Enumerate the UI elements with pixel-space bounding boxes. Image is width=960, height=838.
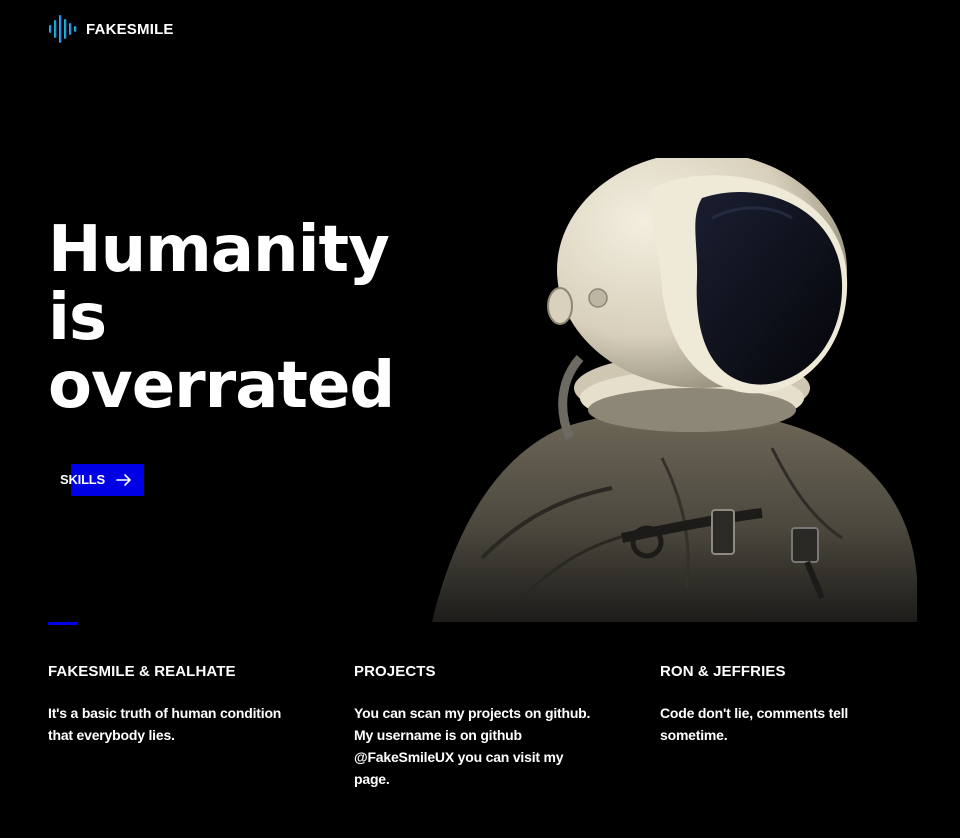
brand-name: FAKESMILE (86, 20, 174, 38)
column-title: FAKESMILE & REALHATE (48, 663, 236, 680)
column-text: You can scan my projects on github. My u… (354, 705, 591, 787)
logo-link[interactable]: FAKESMILE (48, 15, 174, 43)
astronaut-image (432, 158, 917, 622)
feature-column-3: RON & JEFFRIES Code don't lie, comments … (660, 663, 905, 746)
section-divider (48, 622, 78, 625)
hero-title-line-3: overrated (48, 349, 395, 423)
logo-waveform-icon (49, 15, 77, 43)
column-text: Code don't lie, comments tell sometime. (660, 705, 849, 743)
column-title: RON & JEFFRIES (660, 663, 786, 680)
feature-column-2: PROJECTS You can scan my projects on git… (354, 663, 599, 790)
arrow-right-icon[interactable] (116, 472, 132, 488)
hero-title-line-2: is (48, 281, 107, 355)
hero-title: Humanity is overrated (48, 216, 448, 420)
feature-column-1: FAKESMILE & REALHATE It's a basic truth … (48, 663, 293, 746)
column-title: PROJECTS (354, 663, 436, 680)
hero-title-line-1: Humanity (48, 213, 390, 287)
skills-button-label[interactable]: SKILLS (60, 472, 105, 487)
column-text: It's a basic truth of human condition th… (48, 705, 282, 743)
